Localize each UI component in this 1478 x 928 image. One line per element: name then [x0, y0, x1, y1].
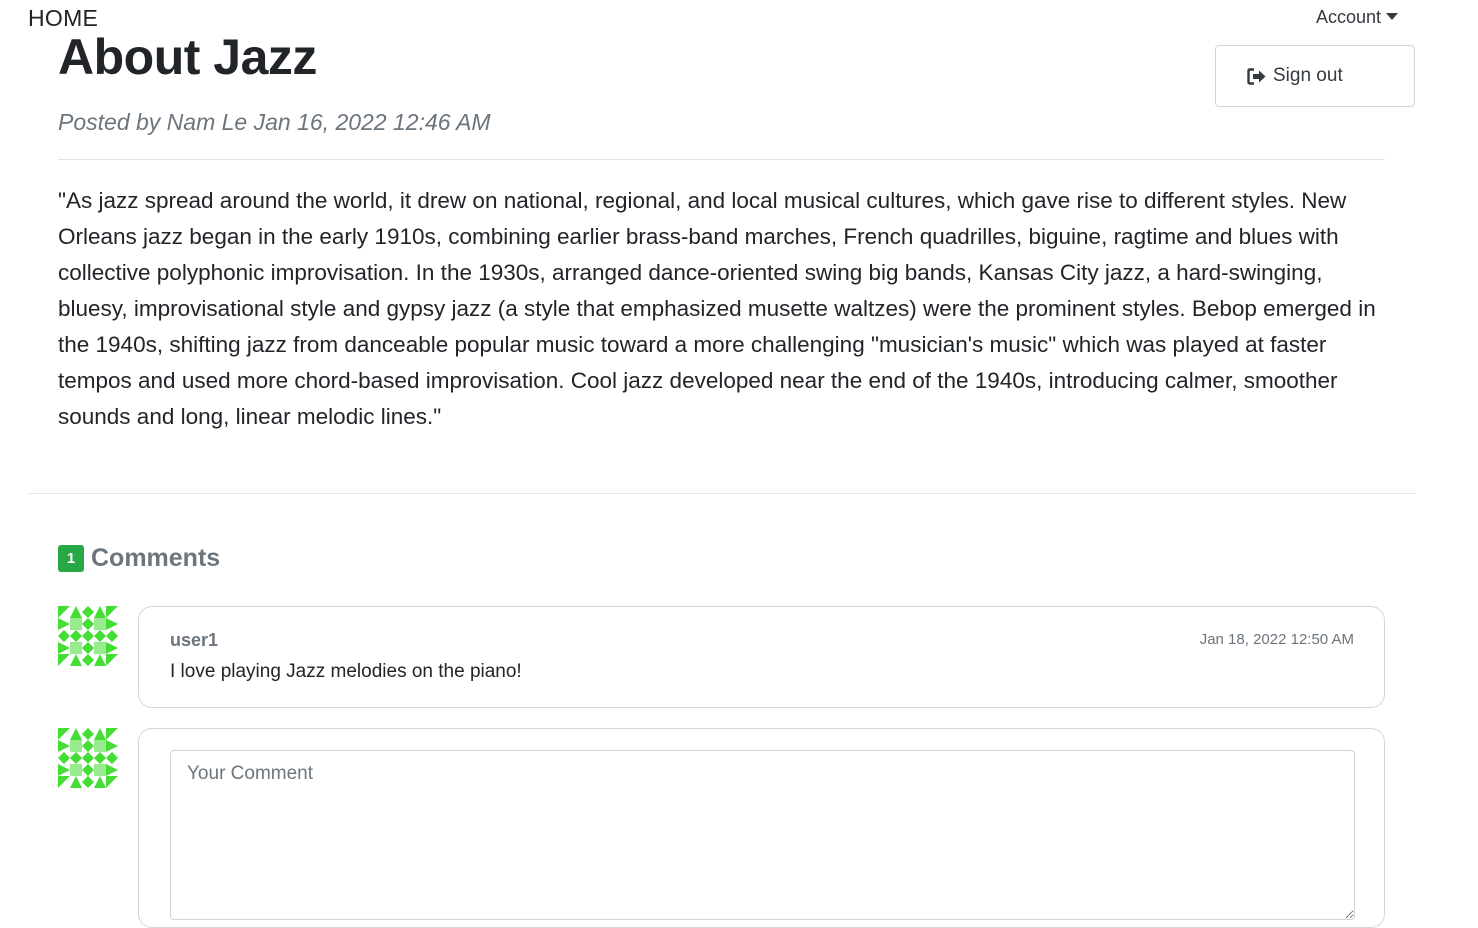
account-label: Account [1316, 7, 1382, 27]
avatar [58, 728, 118, 788]
avatar [58, 606, 118, 666]
account-dropdown-toggle[interactable]: Account [1316, 7, 1399, 28]
sign-out-icon [1247, 67, 1267, 85]
account-dropdown-menu: Sign out [1215, 45, 1415, 107]
comment-timestamp: Jan 18, 2022 12:50 AM [1199, 631, 1354, 648]
sign-out-label: Sign out [1273, 65, 1343, 86]
comments-heading: 1 Comments [58, 544, 220, 573]
divider [28, 493, 1416, 494]
post-meta: Posted by Nam Le Jan 16, 2022 12:46 AM [58, 109, 491, 135]
comment-card: user1 Jan 18, 2022 12:50 AM I love playi… [138, 606, 1385, 708]
divider [58, 159, 1385, 160]
post-title: About Jazz [58, 29, 317, 85]
sign-out-menu-item[interactable]: Sign out [1247, 65, 1343, 87]
post-body: "As jazz spread around the world, it dre… [58, 188, 1376, 429]
comment-count-badge: 1 [58, 545, 84, 572]
comments-heading-label: Comments [91, 544, 221, 572]
comment-author: user1 [170, 630, 219, 650]
comment-text: I love playing Jazz melodies on the pian… [170, 661, 522, 682]
comment-form [138, 728, 1385, 928]
caret-down-icon [1386, 13, 1399, 20]
comment-input[interactable] [170, 750, 1355, 920]
